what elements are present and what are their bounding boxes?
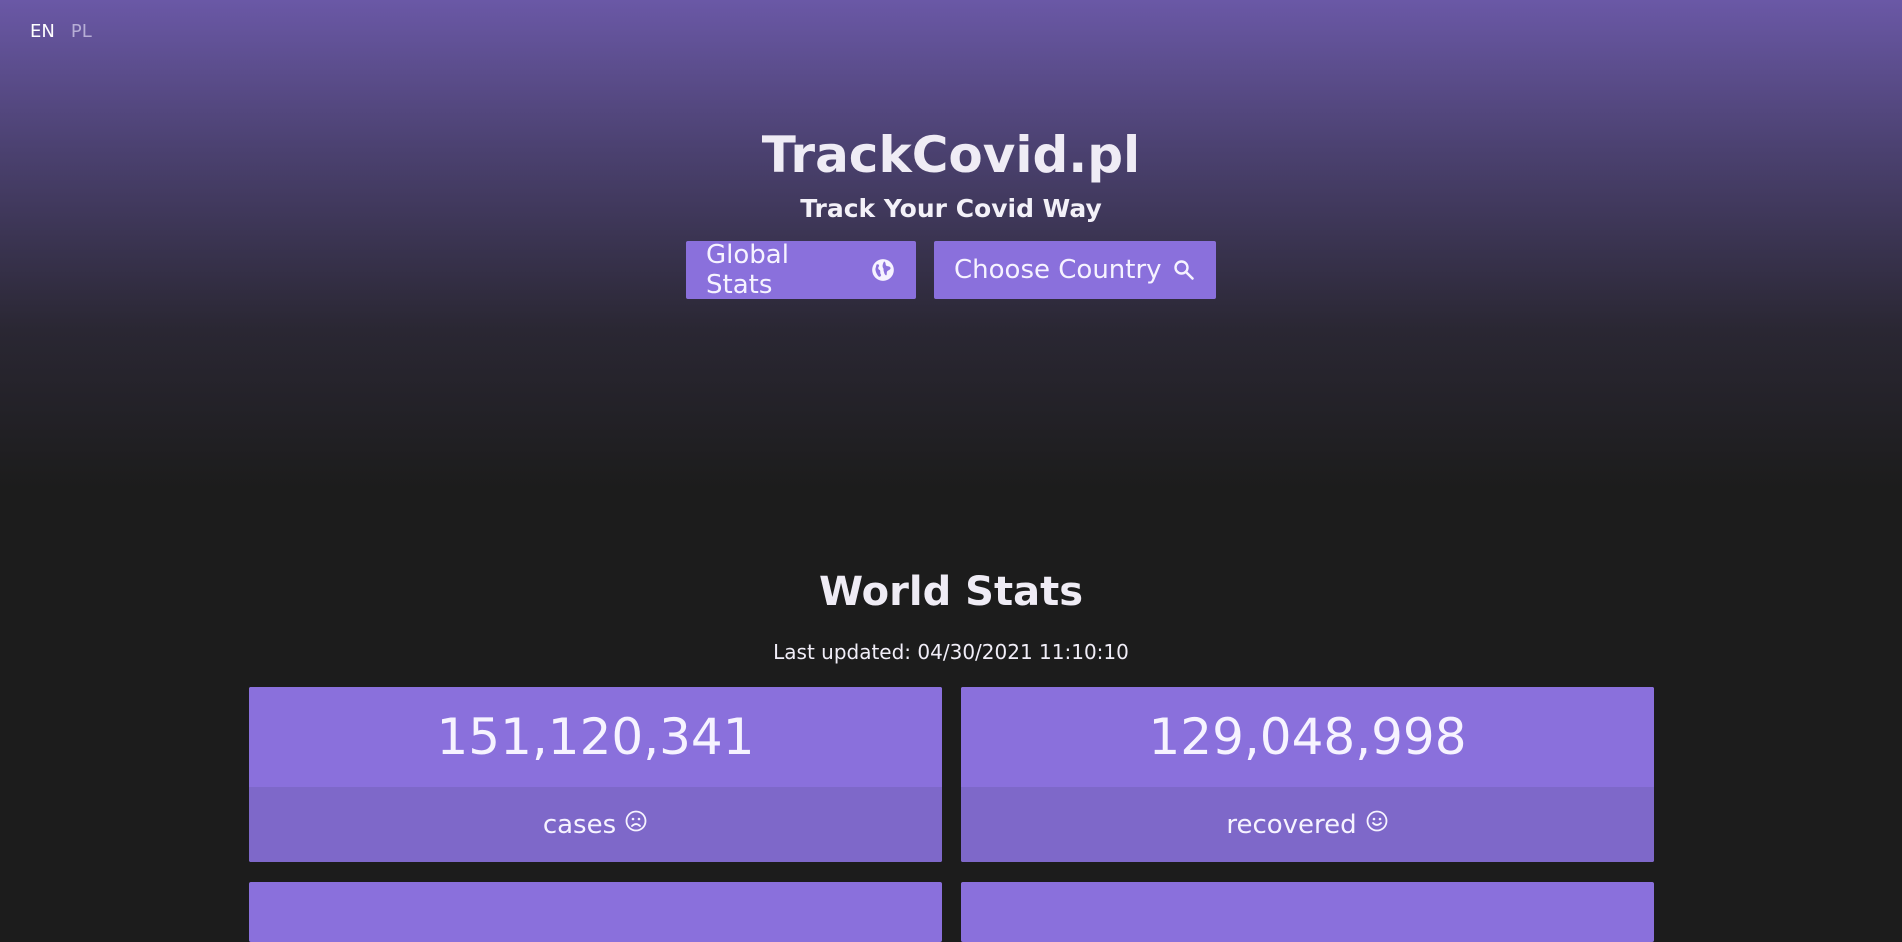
language-switch: EN PL	[30, 21, 92, 42]
stat-label-row-recovered: recovered	[961, 787, 1654, 862]
stat-value-recovered: 129,048,998	[961, 687, 1654, 787]
language-en-link[interactable]: EN	[30, 21, 55, 42]
language-pl-link[interactable]: PL	[71, 21, 92, 42]
stat-label-recovered: recovered	[1226, 809, 1357, 840]
choose-country-button[interactable]: Choose Country	[934, 241, 1216, 299]
globe-icon	[870, 257, 896, 283]
stat-card-recovered: 129,048,998 recovered	[961, 687, 1654, 862]
stats-grid: 151,120,341 cases 129,048,998 recovered	[249, 687, 1654, 942]
search-icon	[1172, 258, 1196, 282]
hero-buttons: Global Stats Choose Country	[0, 240, 1902, 300]
stat-label-cases: cases	[542, 809, 617, 840]
global-stats-button[interactable]: Global Stats	[686, 240, 916, 300]
world-stats-title: World Stats	[818, 569, 1084, 615]
global-stats-label: Global Stats	[706, 240, 789, 300]
last-updated-text: Last updated: 04/30/2021 11:10:10	[773, 640, 1129, 664]
stat-card-partial-right	[961, 882, 1654, 942]
stat-label-row-cases: cases	[249, 787, 942, 862]
stat-card-partial-left	[249, 882, 942, 942]
stat-card-cases: 151,120,341 cases	[249, 687, 942, 862]
site-title: TrackCovid.pl	[761, 126, 1141, 184]
choose-country-label: Choose Country	[954, 255, 1162, 285]
sad-face-icon	[624, 809, 648, 840]
smile-face-icon	[1365, 809, 1389, 840]
site-subtitle: Track Your Covid Way	[800, 194, 1102, 223]
stat-value-cases: 151,120,341	[249, 687, 942, 787]
